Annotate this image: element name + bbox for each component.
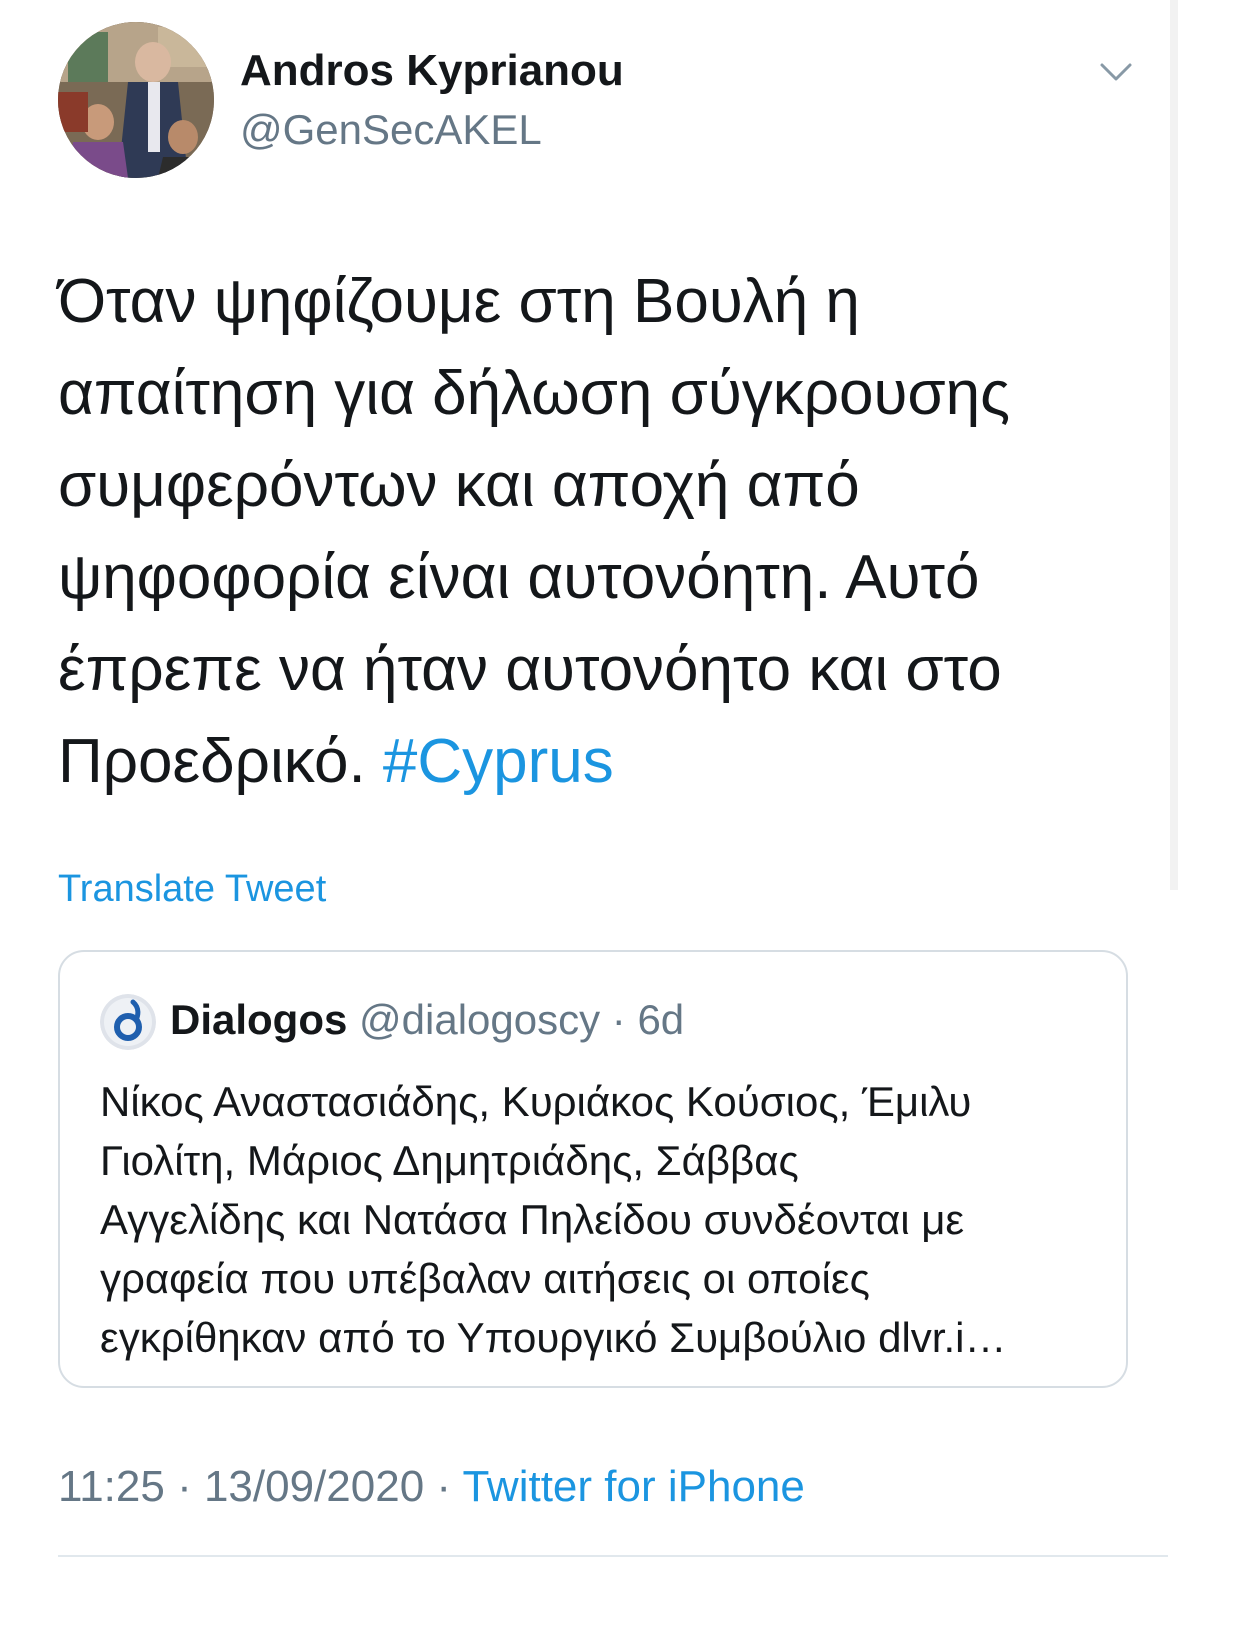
tweet-source-link[interactable]: Twitter for iPhone — [462, 1462, 804, 1511]
dialogos-logo-icon[interactable] — [100, 994, 156, 1050]
tweet-line: συμφερόντων και αποχή από — [58, 451, 860, 520]
tweet-last-line: Προεδρικό. #Cyprus — [58, 716, 1158, 808]
hashtag-link[interactable]: #Cyprus — [383, 727, 614, 796]
tweet-time: 11:25 — [58, 1462, 165, 1511]
quoted-tweet-text: Νίκος Αναστασιάδης, Κυριάκος Κούσιος, Έμ… — [100, 1072, 1100, 1367]
quoted-line: γραφεία που υπέβαλαν αιτήσεις οι οποίες — [100, 1255, 870, 1302]
translate-tweet-link[interactable]: Translate Tweet — [58, 868, 326, 911]
chevron-down-icon[interactable] — [1096, 52, 1136, 92]
tweet-footer: 11:25 · 13/09/2020 · Twitter for iPhone — [58, 1462, 805, 1512]
footer-separator: · — [424, 1462, 463, 1511]
quoted-tweet-header: Dialogos @dialogoscy · 6d — [170, 996, 684, 1044]
author-handle[interactable]: @GenSecAKEL — [240, 106, 542, 154]
avatar-photo — [58, 22, 214, 178]
author-avatar[interactable] — [58, 22, 214, 178]
quoted-separator: · — [600, 996, 638, 1043]
quoted-line: Νίκος Αναστασιάδης, Κυριάκος Κούσιος, Έμ… — [100, 1078, 972, 1125]
tweet-line: έπρεπε να ήταν αυτονόητο και στο — [58, 635, 1002, 704]
author-name[interactable]: Andros Kyprianou — [240, 46, 624, 96]
quoted-author-handle: @dialogoscy — [359, 996, 601, 1043]
quoted-age: 6d — [637, 996, 685, 1043]
quoted-line: εγκρίθηκαν από το Υπουργικό Συμβούλιο dl… — [100, 1314, 1007, 1361]
tweet-line: Όταν ψηφίζουμε στη Βουλή η — [58, 267, 860, 336]
quoted-line: Αγγελίδης και Νατάσα Πηλείδου συνδέονται… — [100, 1196, 965, 1243]
tweet-text: Όταν ψηφίζουμε στη Βουλή η απαίτηση για … — [58, 256, 1158, 808]
tweet-line: ψηφοφορία είναι αυτονόητη. Αυτό — [58, 543, 980, 612]
quoted-author-name: Dialogos — [170, 996, 348, 1043]
divider — [58, 1555, 1168, 1557]
quoted-line: Γιολίτη, Μάριος Δημητριάδης, Σάββας — [100, 1137, 799, 1184]
scrollbar[interactable] — [1170, 0, 1178, 890]
quoted-tweet-card[interactable]: Dialogos @dialogoscy · 6d Νίκος Αναστασι… — [58, 950, 1128, 1388]
tweet-line: Προεδρικό. — [58, 727, 366, 796]
footer-separator: · — [164, 1462, 204, 1511]
tweet-line: απαίτηση για δήλωση σύγκρουσης — [58, 359, 1011, 428]
tweet-date: 13/09/2020 — [203, 1462, 425, 1511]
